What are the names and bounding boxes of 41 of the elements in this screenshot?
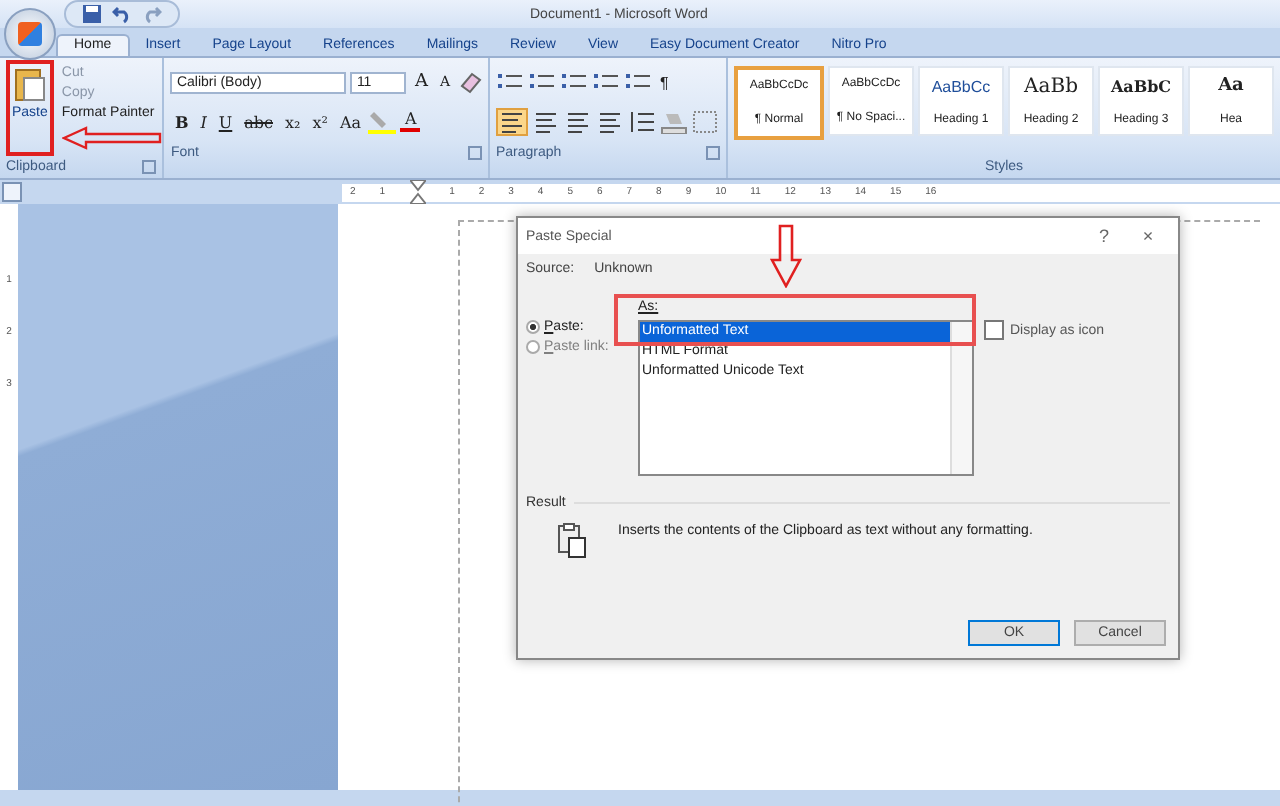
close-button[interactable]: × xyxy=(1126,226,1170,246)
highlight-frame xyxy=(6,60,54,156)
format-button[interactable]: abc xyxy=(240,113,277,131)
list-icon[interactable] xyxy=(624,70,652,94)
line-spacing-icon[interactable] xyxy=(628,110,656,134)
format-button[interactable]: x² xyxy=(308,113,332,131)
save-icon[interactable] xyxy=(82,4,102,24)
font-color-button[interactable]: A xyxy=(400,112,421,132)
style-preview: AaBbC xyxy=(1110,76,1172,97)
format-button[interactable]: I xyxy=(196,113,211,131)
tab-selector-icon[interactable] xyxy=(2,182,22,202)
office-button[interactable] xyxy=(4,8,56,60)
eraser-icon[interactable] xyxy=(458,70,482,94)
show-marks-button[interactable]: ¶ xyxy=(656,73,673,91)
checkbox[interactable] xyxy=(984,320,1004,340)
list-icon[interactable] xyxy=(592,70,620,94)
format-button[interactable]: U xyxy=(214,113,237,131)
undo-icon[interactable] xyxy=(112,4,132,24)
help-button[interactable]: ? xyxy=(1082,226,1126,246)
align-icon[interactable] xyxy=(496,108,528,136)
font-size-button[interactable]: A xyxy=(410,72,432,92)
list-icon[interactable] xyxy=(496,70,524,94)
indent-marker-icon[interactable] xyxy=(409,180,426,204)
scrollbar[interactable] xyxy=(950,322,972,474)
clipboard-icon xyxy=(13,66,46,102)
clipboard-icon xyxy=(558,522,586,558)
format-button[interactable]: B xyxy=(170,112,193,132)
list-icon[interactable] xyxy=(560,70,588,94)
borders-icon[interactable] xyxy=(692,110,720,134)
align-icon[interactable] xyxy=(532,110,560,134)
down-arrow-drawing xyxy=(770,224,802,288)
align-icon[interactable] xyxy=(596,110,624,134)
style-preview: AaBbCc xyxy=(931,77,991,95)
left-arrow-drawing xyxy=(62,126,162,150)
style-preview: AaBb xyxy=(1024,76,1078,98)
list-icon[interactable] xyxy=(528,70,556,94)
format-button[interactable]: x₂ xyxy=(281,113,305,131)
radio-button[interactable] xyxy=(526,320,540,334)
style-preview: Aa xyxy=(1218,76,1244,97)
align-icon[interactable] xyxy=(564,110,592,134)
format-button[interactable]: Aa xyxy=(335,113,365,131)
